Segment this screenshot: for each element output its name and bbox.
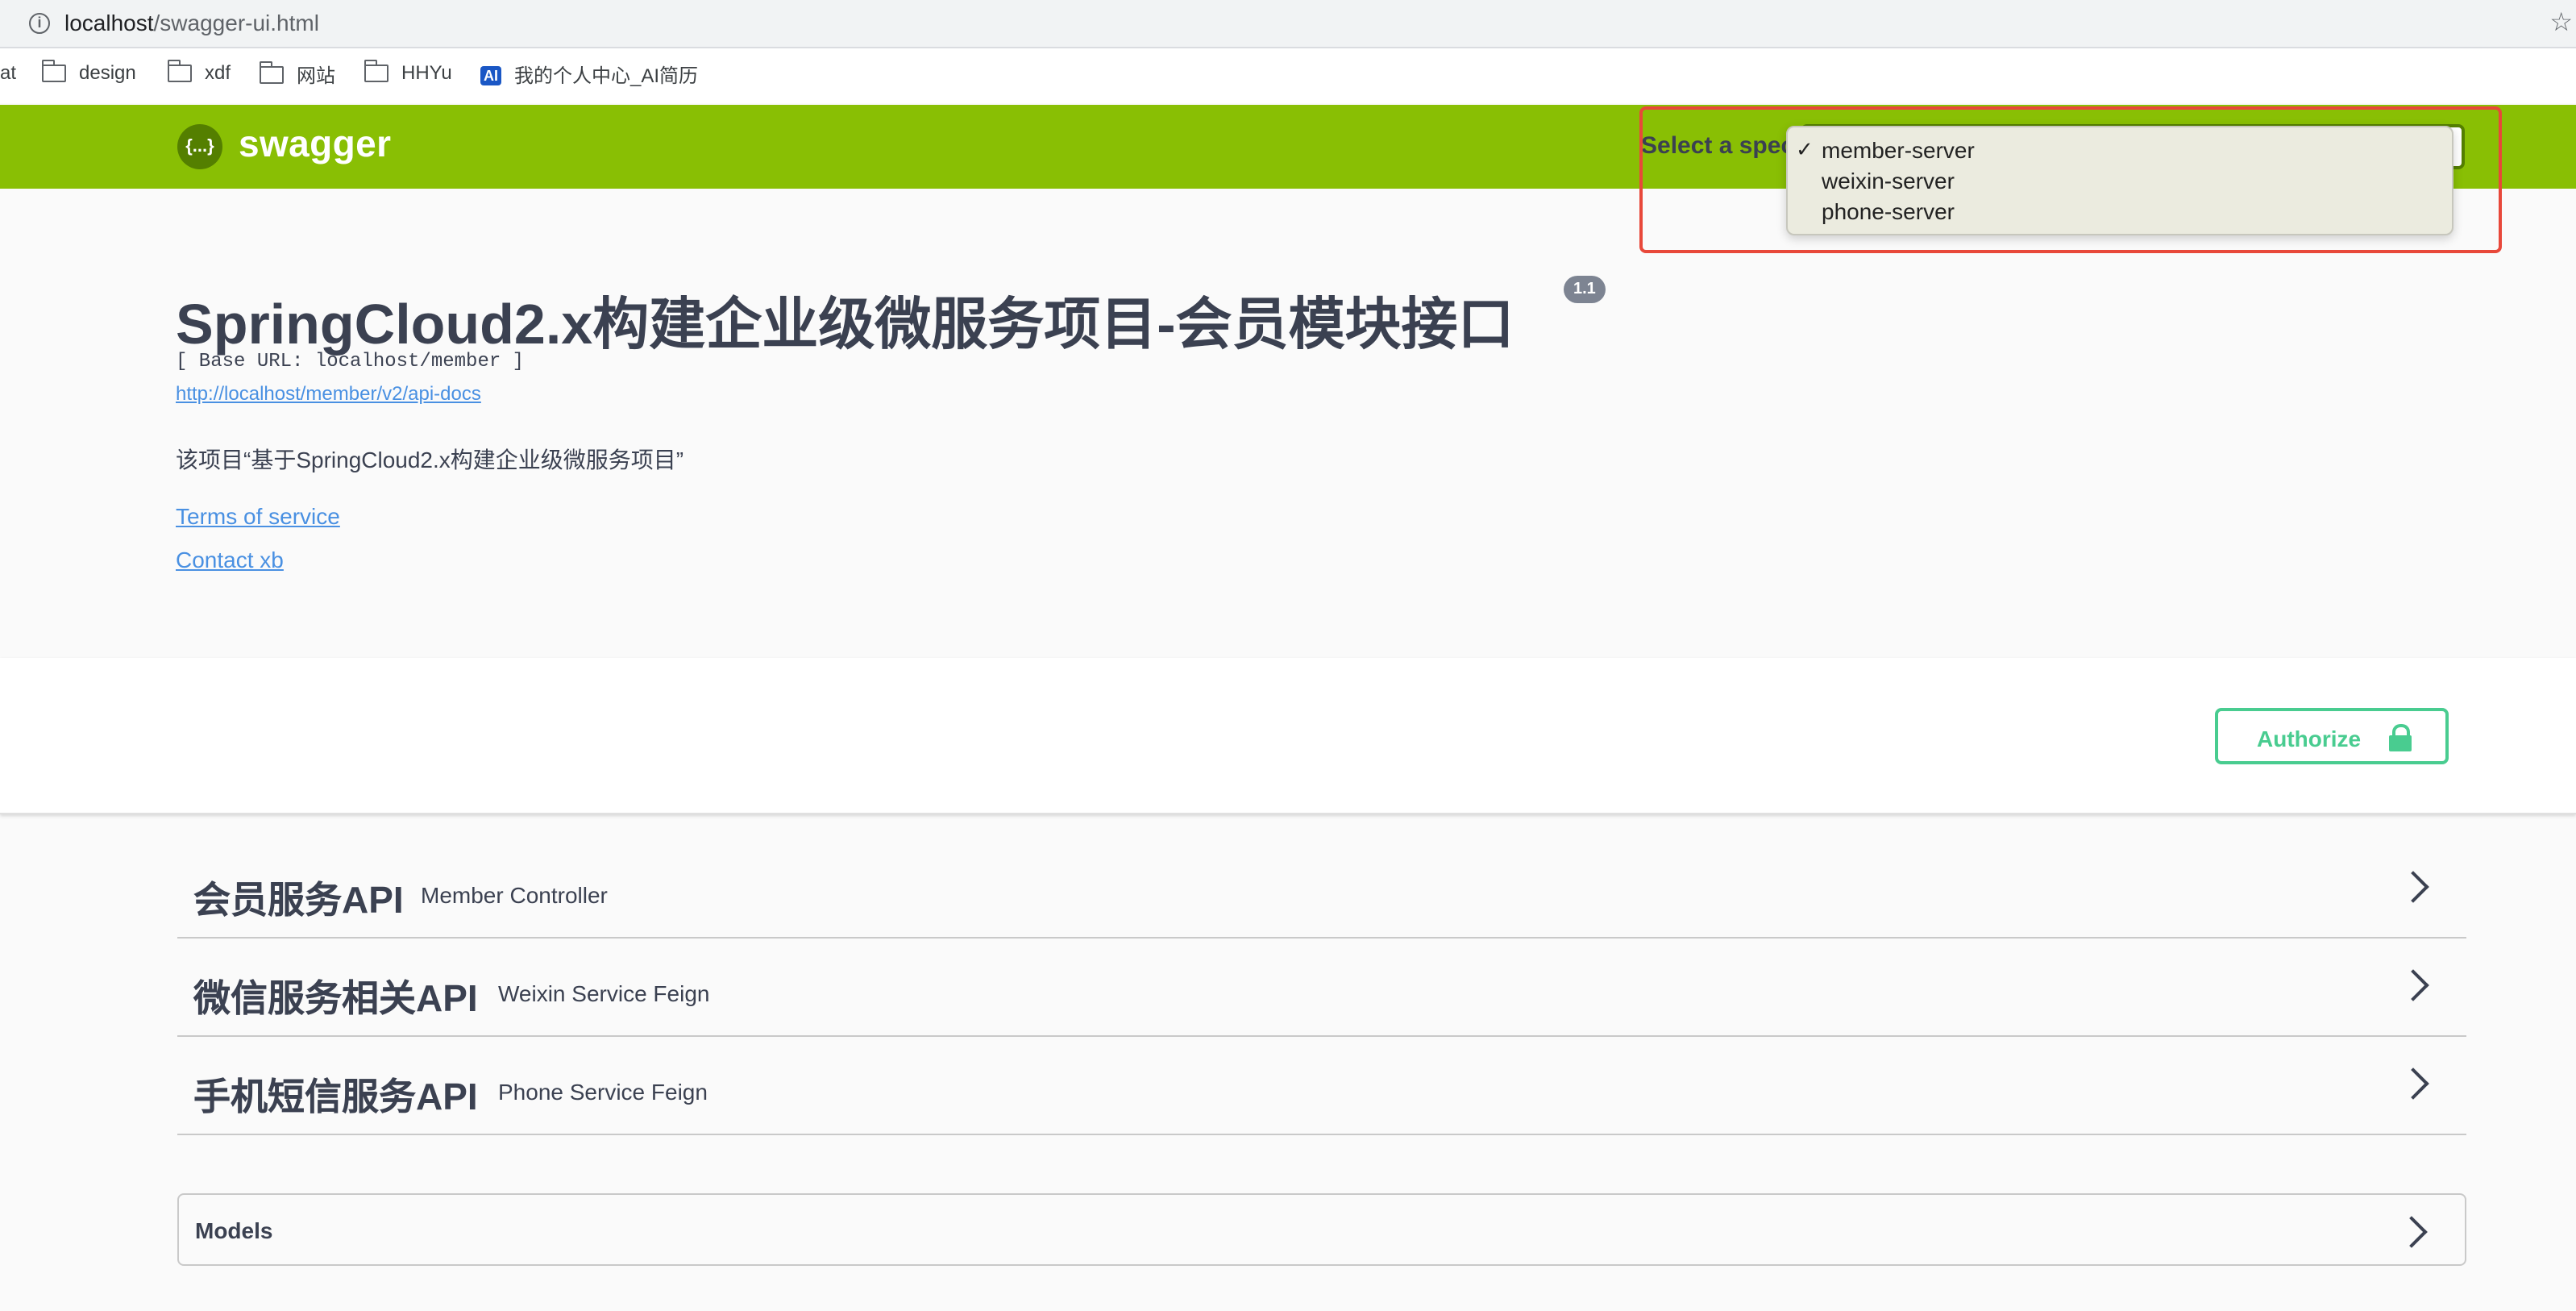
folder-icon xyxy=(42,59,66,81)
browser-address-bar[interactable]: i localhost/swagger-ui.html ☆ xyxy=(0,0,2576,48)
bookmark-hhyu[interactable]: HHYu xyxy=(364,59,452,84)
version-badge: 1.1 xyxy=(1564,276,1606,303)
bookmark-design[interactable]: design xyxy=(42,59,136,84)
base-url: [ Base URL: localhost/member ] xyxy=(176,350,525,372)
swagger-logo-text[interactable]: swagger xyxy=(239,123,391,166)
folder-icon xyxy=(168,59,192,81)
api-description: 该项目“基于SpringCloud2.x构建企业级微服务项目” xyxy=(176,447,684,472)
bookmark-label: design xyxy=(79,61,136,84)
folder-icon xyxy=(364,59,388,81)
contact-link[interactable]: Contact xb xyxy=(176,547,284,572)
bookmark-label: HHYu xyxy=(401,61,452,84)
annotation-highlight-box xyxy=(1639,106,2502,253)
chevron-right-icon xyxy=(2397,871,2429,903)
models-label: Models xyxy=(195,1217,273,1243)
api-info-section: SpringCloud2.x构建企业级微服务项目-会员模块接口 1.1 [ Ba… xyxy=(0,189,2576,658)
api-docs-link[interactable]: http://localhost/member/v2/api-docs xyxy=(176,382,481,405)
scheme-container: Authorize xyxy=(0,658,2576,814)
chevron-right-icon xyxy=(2397,969,2429,1001)
url-host: localhost xyxy=(64,10,154,35)
bookmark-label: 我的个人中心_AI简历 xyxy=(514,65,699,87)
terms-of-service-link[interactable]: Terms of service xyxy=(176,503,340,529)
bookmark-label: 网站 xyxy=(297,65,336,87)
bookmarks-bar: at design xdf 网站 HHYu AI 我的个人中心_AI简历 xyxy=(0,48,2576,103)
ai-badge-icon: AI xyxy=(480,65,501,85)
chevron-right-icon xyxy=(2397,1068,2429,1100)
authorize-button[interactable]: Authorize xyxy=(2215,708,2449,764)
tag-name: 会员服务API xyxy=(193,879,404,921)
swagger-logo-icon[interactable]: {...} xyxy=(177,124,222,169)
tag-description: Weixin Service Feign xyxy=(498,980,710,1006)
bookmark-at[interactable]: at xyxy=(0,61,16,84)
tag-section-member[interactable]: 会员服务API Member Controller xyxy=(177,840,2466,939)
tag-description: Phone Service Feign xyxy=(498,1079,708,1105)
bookmark-ai-resume[interactable]: AI 我的个人中心_AI简历 xyxy=(480,61,698,89)
api-title: SpringCloud2.x构建企业级微服务项目-会员模块接口 xyxy=(176,293,1514,356)
tag-name: 微信服务相关API xyxy=(193,977,478,1019)
models-section[interactable]: Models xyxy=(177,1193,2466,1266)
url-text[interactable]: localhost/swagger-ui.html xyxy=(64,10,319,35)
bookmark-star-icon[interactable]: ☆ xyxy=(2549,6,2573,39)
bookmark-label: xdf xyxy=(205,61,231,84)
bookmark-label: at xyxy=(0,61,17,84)
tag-section-weixin[interactable]: 微信服务相关API Weixin Service Feign xyxy=(177,939,2466,1037)
chevron-right-icon xyxy=(2395,1216,2428,1248)
bookmark-xdf[interactable]: xdf xyxy=(168,59,231,84)
tag-name: 手机短信服务API xyxy=(193,1076,478,1117)
unlock-icon xyxy=(2389,724,2412,751)
site-info-icon[interactable]: i xyxy=(29,13,50,34)
folder-icon xyxy=(260,61,284,84)
url-path: /swagger-ui.html xyxy=(153,10,319,35)
tag-section-phone[interactable]: 手机短信服务API Phone Service Feign xyxy=(177,1037,2466,1135)
authorize-label: Authorize xyxy=(2257,726,2362,751)
bookmark-website[interactable]: 网站 xyxy=(260,61,335,89)
tag-description: Member Controller xyxy=(421,882,608,908)
